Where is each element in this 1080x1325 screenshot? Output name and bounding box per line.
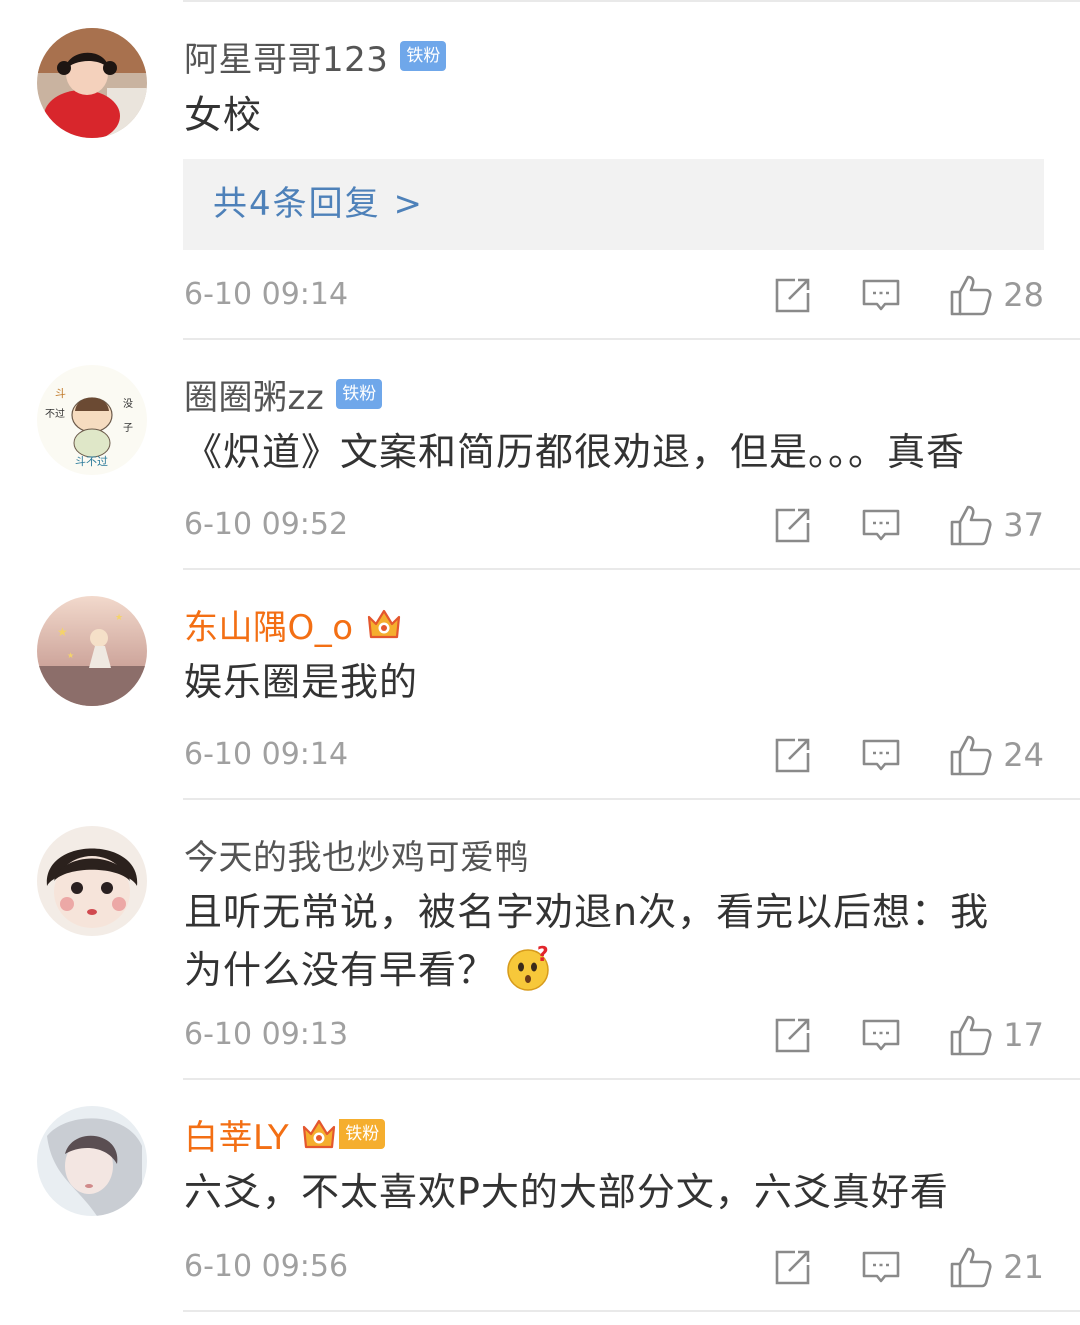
timestamp: 6-10 09:14 <box>184 737 349 772</box>
comment-icon[interactable] <box>861 275 901 315</box>
comment-meta: 6-10 09:14 28 <box>184 270 1044 320</box>
comment-meta: 6-10 09:52 37 <box>184 500 1044 550</box>
comment-text: 女校 <box>184 93 263 137</box>
avatar[interactable]: 斗 不过 没 子 斗不过 <box>37 365 147 475</box>
timestamp: 6-10 09:14 <box>184 277 349 312</box>
svg-text:★: ★ <box>115 613 123 623</box>
name-row: 圈圈粥zz 铁粉 <box>184 370 383 419</box>
comment-text: 《炽道》文案和简历都很劝退，但是。。。真香 <box>184 430 966 474</box>
avatar[interactable] <box>37 826 147 936</box>
comment-list: 阿星哥哥123 铁粉 女校 共4条回复 > 6-10 09:14 28 斗 不过… <box>0 0 1080 1325</box>
thumbs-up-icon[interactable] <box>949 273 993 317</box>
avatar[interactable]: ★ ★ ★ <box>37 596 147 706</box>
crown-icon <box>364 604 404 644</box>
thumbs-up-icon[interactable] <box>949 1245 993 1289</box>
action-bar: 24 <box>773 730 1044 780</box>
share-icon[interactable] <box>773 1015 813 1055</box>
thumbs-up-icon[interactable] <box>949 1013 993 1057</box>
share-icon[interactable] <box>773 275 813 315</box>
action-bar: 28 <box>773 270 1044 320</box>
svg-text:不过: 不过 <box>45 407 65 420</box>
username[interactable]: 阿星哥哥123 <box>184 32 388 81</box>
share-icon[interactable] <box>773 735 813 775</box>
share-icon[interactable] <box>773 505 813 545</box>
fan-badge: 铁粉 <box>400 41 447 71</box>
name-row: 今天的我也炒鸡可爱鸭 <box>184 830 529 878</box>
divider <box>183 1310 1080 1312</box>
username[interactable]: 白莘LY <box>184 1110 289 1159</box>
action-bar: 37 <box>773 500 1044 550</box>
replies-box[interactable]: 共4条回复 > <box>183 159 1044 250</box>
avatar[interactable] <box>37 28 147 138</box>
name-row: 东山隅O_o <box>184 600 404 648</box>
like-count: 17 <box>1003 1016 1044 1054</box>
svg-text:★: ★ <box>57 625 68 639</box>
question-face-emoji: ? <box>507 943 550 991</box>
comment-text: 且听无常说，被名字劝退n次，看完以后想：我 为什么没有早看？? <box>184 883 1030 999</box>
comment-item: 阿星哥哥123 铁粉 女校 共4条回复 > 6-10 09:14 28 <box>0 0 1080 340</box>
comment-meta: 6-10 09:56 21 <box>184 1242 1044 1292</box>
like-count: 24 <box>1003 736 1044 774</box>
comment-icon[interactable] <box>861 1247 901 1287</box>
comment-text: 六爻，不太喜欢P大的大部分文，六爻真好看 <box>184 1170 949 1214</box>
username[interactable]: 今天的我也炒鸡可爱鸭 <box>184 830 529 879</box>
fan-badge: 铁粉 <box>339 1119 386 1149</box>
action-bar: 21 <box>773 1242 1044 1292</box>
like-count: 28 <box>1003 276 1044 314</box>
name-row: 白莘LY 铁粉 <box>184 1110 386 1159</box>
comment-item: 今天的我也炒鸡可爱鸭 且听无常说，被名字劝退n次，看完以后想：我 为什么没有早看… <box>0 800 1080 1080</box>
level-badge: 铁粉 <box>299 1114 386 1154</box>
username[interactable]: 圈圈粥zz <box>184 370 324 419</box>
username[interactable]: 东山隅O_o <box>184 600 354 649</box>
fan-badge: 铁粉 <box>336 379 383 409</box>
timestamp: 6-10 09:13 <box>184 1017 349 1052</box>
thumbs-up-icon[interactable] <box>949 503 993 547</box>
comment-text-fragment: 为什么没有早看？ <box>184 948 497 992</box>
name-row: 阿星哥哥123 铁粉 <box>184 32 447 81</box>
comment-icon[interactable] <box>861 505 901 545</box>
view-replies-link[interactable]: 共4条回复 > <box>213 159 424 250</box>
like-count: 37 <box>1003 506 1044 544</box>
comment-item: ★ ★ ★ 东山隅O_o 娱乐圈是我的 6-10 09:14 24 <box>0 570 1080 800</box>
comment-item: 白莘LY 铁粉 六爻，不太喜欢P大的大部分文，六爻真好看 6-10 09:56 … <box>0 1080 1080 1312</box>
thumbs-up-icon[interactable] <box>949 733 993 777</box>
comment-icon[interactable] <box>861 1015 901 1055</box>
svg-text:?: ? <box>537 943 550 966</box>
avatar[interactable] <box>37 1106 147 1216</box>
svg-text:斗: 斗 <box>55 387 66 400</box>
svg-text:没: 没 <box>123 398 133 410</box>
comment-meta: 6-10 09:13 17 <box>184 1010 1044 1060</box>
comment-meta: 6-10 09:14 24 <box>184 730 1044 780</box>
svg-text:子: 子 <box>123 422 133 434</box>
comment-text-line: 为什么没有早看？? <box>184 941 1030 999</box>
svg-text:★: ★ <box>67 651 74 660</box>
comment-text-line: 且听无常说，被名字劝退n次，看完以后想：我 <box>184 890 990 934</box>
like-count: 21 <box>1003 1248 1044 1286</box>
timestamp: 6-10 09:56 <box>184 1249 349 1284</box>
comment-item: 斗 不过 没 子 斗不过 圈圈粥zz 铁粉 《炽道》文案和简历都很劝退，但是。。… <box>0 340 1080 570</box>
svg-text:斗不过: 斗不过 <box>75 455 108 468</box>
timestamp: 6-10 09:52 <box>184 507 349 542</box>
action-bar: 17 <box>773 1010 1044 1060</box>
comment-icon[interactable] <box>861 735 901 775</box>
crown-icon <box>299 1114 339 1154</box>
share-icon[interactable] <box>773 1247 813 1287</box>
comment-text: 娱乐圈是我的 <box>184 660 419 704</box>
